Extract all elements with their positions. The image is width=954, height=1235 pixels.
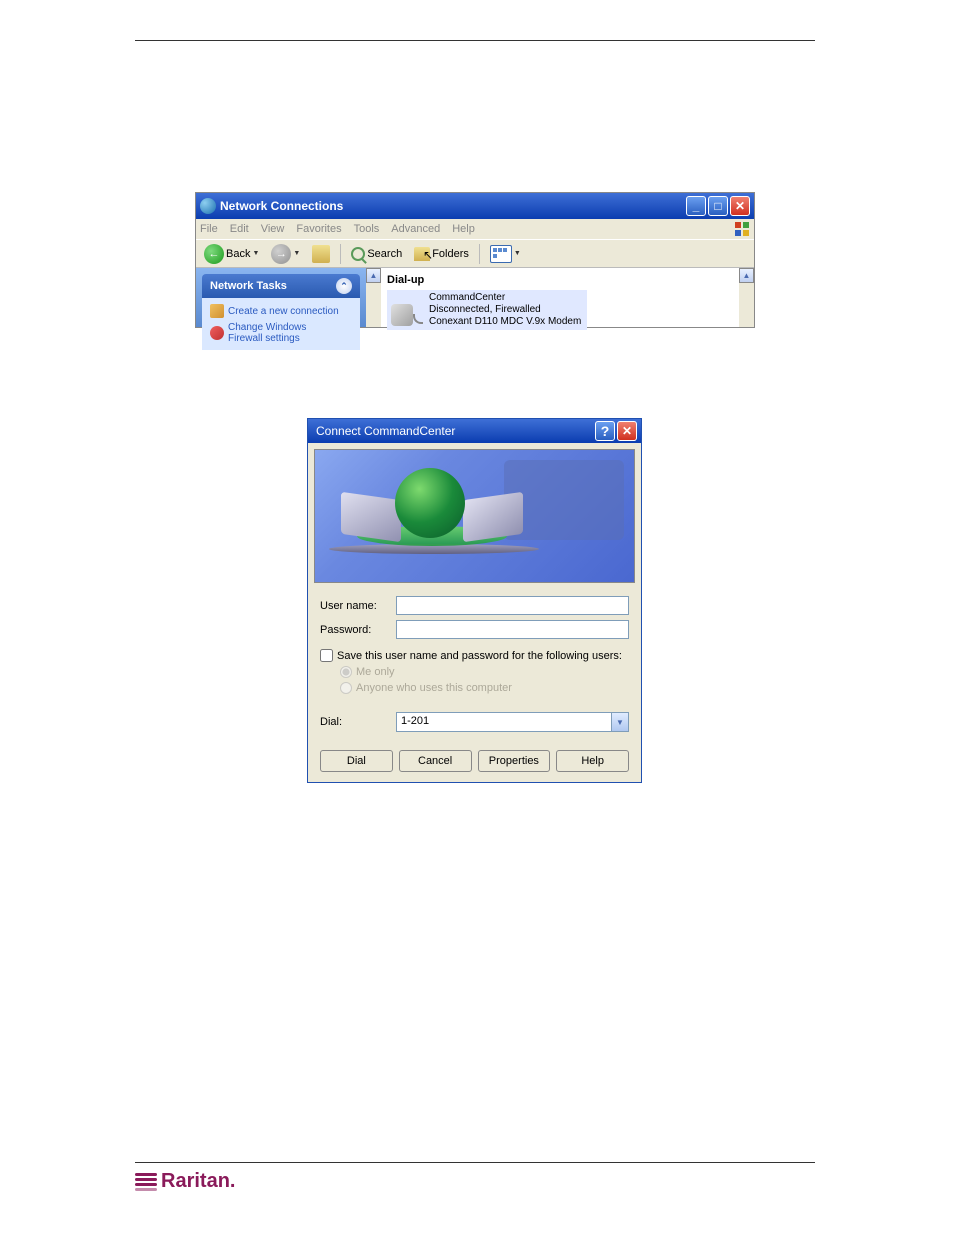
task-item-label: Firewall settings: [228, 333, 306, 344]
back-button[interactable]: ←Back▼: [200, 243, 263, 265]
password-label: Password:: [320, 624, 396, 636]
titlebar: Network Connections _ □ ✕: [196, 193, 754, 219]
window-title: Network Connections: [220, 199, 686, 213]
help-button[interactable]: ?: [595, 421, 615, 441]
category-heading: Dial-up: [387, 272, 733, 288]
task-pane-title: Network Tasks: [210, 280, 287, 292]
dialog-form: User name: Password: Save this user name…: [308, 589, 641, 782]
task-item-label: Create a new connection: [228, 306, 339, 317]
me-only-label: Me only: [356, 666, 395, 678]
dial-button[interactable]: Dial: [320, 750, 393, 772]
folders-label: Folders: [432, 248, 469, 260]
task-pane: Network Tasks⌃ Create a new connection C…: [196, 268, 366, 327]
save-credentials-label: Save this user name and password for the…: [337, 650, 622, 662]
sidebar-scrollbar[interactable]: ▲: [366, 268, 381, 327]
windows-flag-icon: [734, 221, 750, 237]
network-connections-window: Network Connections _ □ ✕ File Edit View…: [195, 192, 755, 328]
anyone-radio: [340, 682, 352, 694]
anyone-label: Anyone who uses this computer: [356, 682, 512, 694]
minimize-button[interactable]: _: [686, 196, 706, 216]
content-pane: Dial-up CommandCenter Disconnected, Fire…: [381, 268, 739, 327]
rule-top: [135, 40, 815, 41]
password-input[interactable]: [396, 620, 629, 639]
folder-up-icon: [312, 245, 330, 263]
shield-icon: [210, 326, 224, 340]
raritan-logo: Raritan.: [135, 1170, 235, 1193]
modem-icon: [391, 294, 423, 326]
app-icon: [200, 198, 216, 214]
chevron-up-icon: ⌃: [336, 278, 352, 294]
menu-file[interactable]: File: [200, 223, 218, 235]
cancel-button[interactable]: Cancel: [399, 750, 472, 772]
toolbar: ←Back▼ →▼ Search Folders ▼: [196, 239, 754, 267]
back-icon: ←: [204, 244, 224, 264]
task-pane-body: Create a new connection Change WindowsFi…: [202, 298, 360, 350]
close-button[interactable]: ✕: [730, 196, 750, 216]
up-button[interactable]: [308, 243, 334, 265]
menu-advanced[interactable]: Advanced: [391, 223, 440, 235]
rule-bottom: [135, 1162, 815, 1163]
dialog-titlebar: Connect CommandCenter ? ✕: [308, 419, 641, 443]
task-pane-header[interactable]: Network Tasks ⌃: [202, 274, 360, 298]
username-input[interactable]: [396, 596, 629, 615]
menu-help[interactable]: Help: [452, 223, 475, 235]
search-icon: [351, 247, 365, 261]
username-label: User name:: [320, 600, 396, 612]
connect-dialog: Connect CommandCenter ? ✕ User name: Pas…: [307, 418, 642, 783]
back-label: Back: [226, 248, 250, 260]
raritan-logo-icon: [135, 1173, 157, 1191]
raritan-logo-text: Raritan.: [161, 1170, 235, 1193]
maximize-button[interactable]: □: [708, 196, 728, 216]
change-firewall-link[interactable]: Change WindowsFirewall settings: [210, 320, 352, 346]
search-label: Search: [367, 248, 402, 260]
folders-button[interactable]: Folders: [410, 243, 473, 265]
save-credentials-checkbox[interactable]: [320, 649, 333, 662]
connection-name: CommandCenter: [429, 292, 581, 304]
search-button[interactable]: Search: [347, 243, 406, 265]
view-button[interactable]: ▼: [486, 243, 525, 265]
dial-combobox[interactable]: 1-201 ▼: [396, 712, 629, 732]
connection-status: Disconnected, Firewalled: [429, 304, 581, 316]
dialog-title: Connect CommandCenter: [312, 424, 593, 438]
forward-icon: →: [271, 244, 291, 264]
menubar: File Edit View Favorites Tools Advanced …: [196, 219, 754, 239]
menu-tools[interactable]: Tools: [354, 223, 380, 235]
me-only-radio: [340, 666, 352, 678]
wizard-icon: [210, 304, 224, 318]
forward-button[interactable]: →▼: [267, 243, 304, 265]
connection-device: Conexant D110 MDC V.9x Modem: [429, 316, 581, 328]
thumbnails-icon: [490, 245, 512, 263]
close-button[interactable]: ✕: [617, 421, 637, 441]
dial-value: 1-201: [397, 713, 611, 731]
separator: [479, 244, 480, 264]
properties-button[interactable]: Properties: [478, 750, 551, 772]
task-item-label: Change Windows: [228, 322, 306, 333]
create-connection-link[interactable]: Create a new connection: [210, 302, 352, 320]
help-button[interactable]: Help: [556, 750, 629, 772]
chevron-down-icon[interactable]: ▼: [611, 713, 628, 731]
folders-icon: [414, 247, 430, 261]
scroll-up-button[interactable]: ▲: [739, 268, 754, 283]
banner-image: [314, 449, 635, 583]
dial-label: Dial:: [320, 716, 396, 728]
content-scrollbar[interactable]: ▲: [739, 268, 754, 327]
menu-favorites[interactable]: Favorites: [296, 223, 341, 235]
menu-view[interactable]: View: [261, 223, 285, 235]
window-body: Network Tasks ⌃ Create a new connection C…: [196, 267, 754, 327]
separator: [340, 244, 341, 264]
connection-item[interactable]: CommandCenter Disconnected, Firewalled C…: [387, 290, 587, 330]
menu-edit[interactable]: Edit: [230, 223, 249, 235]
scroll-up-button[interactable]: ▲: [366, 268, 381, 283]
